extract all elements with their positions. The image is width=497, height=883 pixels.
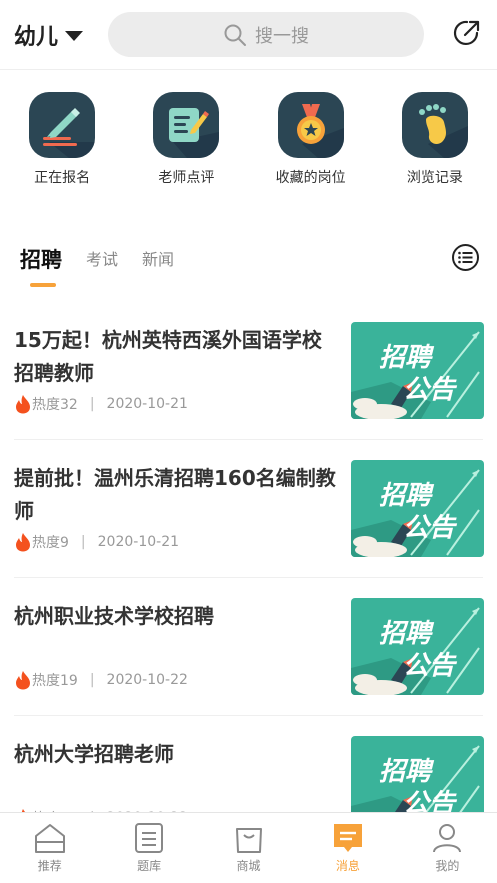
bottom-nav: 推荐 题库 商城 消息 我的 [0, 812, 497, 883]
thumbnail-text: 招聘 [379, 757, 435, 787]
pen-icon [29, 92, 96, 158]
quick-link-teacher-review[interactable]: 老师点评 [124, 92, 248, 187]
list-icon [458, 251, 473, 264]
separator: | [89, 396, 95, 412]
category-tabs: 招聘 考试 新闻 [0, 240, 497, 290]
quick-links: 正在报名 老师点评 收藏的岗位 浏览记录 [0, 92, 497, 187]
quick-link-browse-history[interactable]: 浏览记录 [373, 92, 497, 187]
search-bar[interactable]: 搜一搜 [108, 12, 424, 57]
nav-label: 商城 [236, 859, 261, 873]
thumbnail-text: 招聘 [379, 481, 435, 511]
nav-recommend[interactable]: 推荐 [0, 813, 99, 883]
share-icon[interactable] [452, 18, 482, 48]
article-meta: 热度32 | 2020-10-21 [14, 394, 188, 414]
heat-count: 热度9 [32, 535, 69, 551]
quick-link-registering[interactable]: 正在报名 [0, 92, 124, 187]
category-label: 幼儿 [14, 25, 59, 50]
shop-icon [235, 828, 262, 853]
tab-recruitment[interactable]: 招聘 [20, 244, 62, 274]
home-icon [34, 824, 65, 853]
article-thumbnail: 招聘 公告 [351, 598, 484, 695]
list-item[interactable]: 杭州职业技术学校招聘 热度19 | 2020-10-22 招聘 公告 [14, 578, 484, 716]
search-icon [224, 24, 246, 46]
quick-link-label: 收藏的岗位 [275, 170, 346, 186]
quick-link-label: 浏览记录 [406, 170, 463, 186]
search-placeholder: 搜一搜 [255, 25, 309, 47]
nav-question-bank[interactable]: 题库 [99, 813, 198, 883]
quick-link-label: 正在报名 [34, 170, 91, 186]
quick-link-label: 老师点评 [158, 170, 215, 186]
footprint-icon [401, 92, 468, 158]
notebook-icon [153, 92, 220, 158]
active-tab-indicator [30, 283, 56, 287]
article-title: 提前批！温州乐清招聘160名编制教师 [14, 466, 336, 523]
article-date: 2020-10-22 [106, 672, 188, 688]
flame-icon [16, 395, 30, 414]
article-meta: 热度19 | 2020-10-22 [14, 670, 188, 690]
list-item[interactable]: 提前批！温州乐清招聘160名编制教师 热度9 | 2020-10-21 招聘 公… [14, 440, 484, 578]
article-meta: 热度9 | 2020-10-21 [14, 532, 179, 552]
thumbnail-text: 公告 [403, 651, 458, 681]
separator: | [89, 672, 95, 688]
nav-messages[interactable]: 消息 [298, 813, 397, 883]
thumbnail-text: 招聘 [379, 343, 435, 373]
question-bank-icon [135, 823, 164, 853]
tab-exam[interactable]: 考试 [86, 246, 118, 270]
medal-icon [277, 92, 344, 158]
article-title: 杭州大学招聘老师 [14, 742, 174, 766]
article-thumbnail: 招聘 公告 [351, 460, 484, 557]
article-title: 15万起！杭州英特西溪外国语学校招聘教师 [14, 328, 322, 385]
article-list: 15万起！杭州英特西溪外国语学校招聘教师 热度32 | 2020-10-21 招… [0, 302, 497, 854]
article-date: 2020-10-21 [106, 396, 188, 412]
thumbnail-text: 公告 [403, 375, 458, 405]
flame-icon [16, 533, 30, 552]
separator: | [80, 534, 86, 550]
profile-icon [433, 824, 462, 853]
nav-label: 消息 [335, 859, 360, 873]
heat-count: 热度32 [32, 397, 78, 413]
nav-label: 推荐 [37, 859, 62, 873]
article-date: 2020-10-21 [97, 534, 180, 550]
article-title: 杭州职业技术学校招聘 [14, 604, 214, 628]
nav-label: 题库 [137, 859, 162, 873]
thumbnail-text: 招聘 [379, 619, 435, 649]
top-bar: 幼儿 搜一搜 [0, 0, 497, 70]
caret-down-icon [65, 31, 84, 41]
article-thumbnail: 招聘 公告 [351, 322, 484, 419]
heat-count: 热度19 [32, 673, 78, 689]
list-menu-button[interactable] [452, 244, 479, 271]
nav-shop[interactable]: 商城 [199, 813, 298, 883]
tab-news[interactable]: 新闻 [142, 246, 174, 270]
flame-icon [16, 671, 30, 690]
thumbnail-text: 公告 [403, 513, 458, 543]
message-icon [333, 824, 362, 852]
nav-label: 我的 [435, 859, 460, 873]
list-item[interactable]: 15万起！杭州英特西溪外国语学校招聘教师 热度32 | 2020-10-21 招… [14, 302, 484, 440]
category-selector[interactable]: 幼儿 [14, 19, 84, 51]
nav-profile[interactable]: 我的 [398, 813, 497, 883]
quick-link-saved-positions[interactable]: 收藏的岗位 [249, 92, 373, 187]
